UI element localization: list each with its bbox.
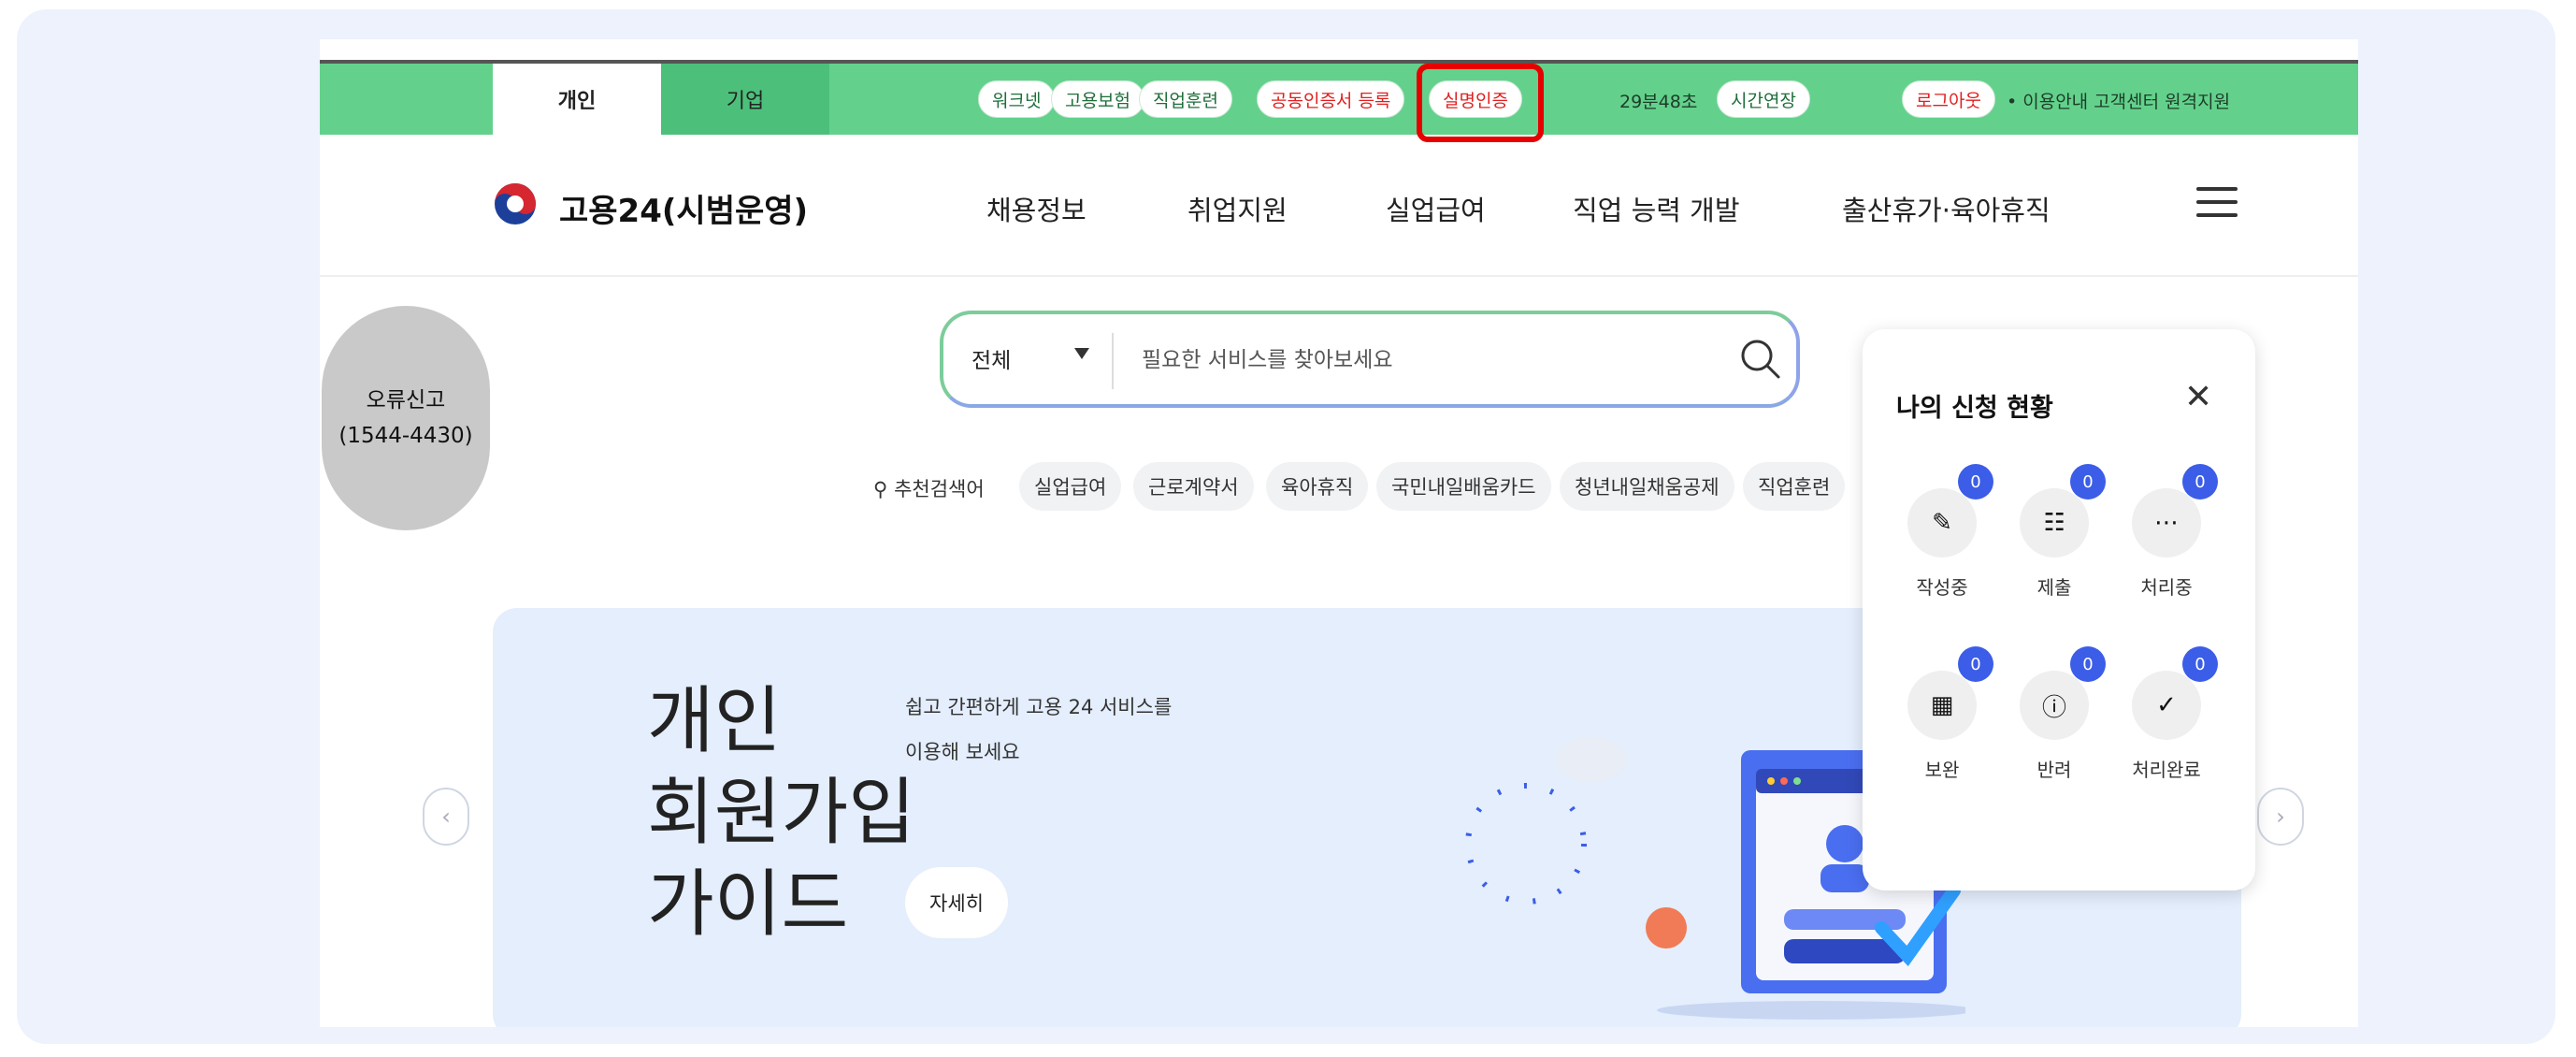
exclamation-circle-icon: ⓘ <box>2041 693 2066 722</box>
panel-title: 나의 신청 현황 <box>1896 394 2053 423</box>
session-timer: 29분48초 <box>1619 92 1698 112</box>
status-label: 처리중 <box>2140 576 2193 599</box>
status-label: 처리완료 <box>2132 759 2201 781</box>
count-badge: 0 <box>2182 464 2218 500</box>
caret-down-icon[interactable] <box>1074 348 1089 359</box>
count-badge: 0 <box>2070 464 2106 500</box>
cert-register-link[interactable]: 공동인증서 등록 <box>1257 80 1405 118</box>
error-report-button[interactable]: 오류신고 (1544-4430) <box>322 306 490 530</box>
chip-keyword[interactable]: 육아휴직 <box>1266 462 1369 511</box>
error-report-label: 오류신고 <box>366 388 446 413</box>
status-label: 작성중 <box>1916 576 1968 599</box>
banner-subtitle: 쉽고 간편하게 고용 24 서비스를 이용해 보세요 <box>905 696 1173 763</box>
search-icon[interactable] <box>1736 335 1785 384</box>
search-box: 전체 <box>940 311 1800 408</box>
top-utility-bar: 개인 기업 워크넷 고용보험 직업훈련 공동인증서 등록 실명인증 29분48초… <box>320 60 2358 142</box>
extend-time-button[interactable]: 시간연장 <box>1717 80 1810 118</box>
taeguk-logo-icon <box>495 183 536 224</box>
status-rejected[interactable]: ⓘ 0 반려 <box>2003 646 2106 782</box>
application-status-panel: 나의 신청 현황 ✕ ✎ 0 작성중 ☷ 0 제출 ⋯ 0 처리중 ▦ 0 보완… <box>1863 329 2255 890</box>
next-slide-button[interactable]: › <box>2257 788 2304 846</box>
check-circle-icon: ✓ <box>2156 691 2177 719</box>
prev-slide-button[interactable]: ‹ <box>423 788 469 846</box>
nav-item-jobs[interactable]: 채용정보 <box>986 189 1087 228</box>
nav-item-skill-development[interactable]: 직업 능력 개발 <box>1573 189 1740 228</box>
checklist-icon: ☷ <box>2043 509 2065 537</box>
status-label: 보완 <box>1924 759 1960 781</box>
tab-personal[interactable]: 개인 <box>493 64 661 135</box>
search-category-select[interactable]: 전체 <box>971 342 1011 374</box>
chip-keyword[interactable]: 청년내일채움공제 <box>1560 462 1734 511</box>
search-small-icon: ⚲ <box>873 478 895 500</box>
pencil-icon: ✎ <box>1932 509 1952 537</box>
count-badge: 0 <box>2070 646 2106 682</box>
status-in-progress[interactable]: ✎ 0 작성중 <box>1891 464 1993 600</box>
detail-button[interactable]: 자세히 <box>905 867 1008 938</box>
nav-divider <box>320 275 2358 277</box>
status-label: 제출 <box>2036 576 2072 599</box>
banner-title: 개인 회원가입 가이드 <box>647 679 916 947</box>
chip-keyword[interactable]: 국민내일배움카드 <box>1376 462 1551 511</box>
status-submitted[interactable]: ☷ 0 제출 <box>2003 464 2106 600</box>
count-badge: 0 <box>1958 646 1993 682</box>
recommended-keywords-label: ⚲ 추천검색어 <box>873 478 985 500</box>
employment-insurance-link[interactable]: 고용보험 <box>1051 80 1144 118</box>
chip-keyword[interactable]: 직업훈련 <box>1743 462 1846 511</box>
utility-links[interactable]: • 이용안내 고객센터 원격지원 <box>2007 88 2230 113</box>
browser-viewport: 개인 기업 워크넷 고용보험 직업훈련 공동인증서 등록 실명인증 29분48초… <box>320 39 2358 1027</box>
status-label: 반려 <box>2036 759 2072 781</box>
status-supplement[interactable]: ▦ 0 보완 <box>1891 646 1993 782</box>
logout-button[interactable]: 로그아웃 <box>1902 80 1995 118</box>
worknet-link[interactable]: 워크넷 <box>978 80 1056 118</box>
nav-item-unemployment-benefit[interactable]: 실업급여 <box>1386 189 1486 228</box>
count-badge: 0 <box>1958 464 1993 500</box>
count-badge: 0 <box>2182 646 2218 682</box>
ellipsis-circle-icon: ⋯ <box>2154 509 2179 537</box>
status-processing[interactable]: ⋯ 0 처리중 <box>2115 464 2218 600</box>
nav-item-employment-support[interactable]: 취업지원 <box>1187 189 1288 228</box>
close-icon[interactable]: ✕ <box>2184 378 2212 416</box>
error-report-phone: (1544-4430) <box>338 424 473 448</box>
menu-icon[interactable] <box>2196 187 2238 221</box>
status-completed[interactable]: ✓ 0 처리완료 <box>2115 646 2218 782</box>
tab-business[interactable]: 기업 <box>661 64 829 135</box>
highlight-box <box>1417 64 1544 142</box>
site-brand[interactable]: 고용24(시범운영) <box>559 185 808 231</box>
grid-icon: ▦ <box>1930 691 1954 719</box>
vocational-training-link[interactable]: 직업훈련 <box>1139 80 1232 118</box>
chip-keyword[interactable]: 근로계약서 <box>1133 462 1254 511</box>
search-divider <box>1112 333 1114 389</box>
search-input[interactable] <box>1142 337 1703 384</box>
nav-item-parental-leave[interactable]: 출산휴가·육아휴직 <box>1842 189 2051 228</box>
chip-keyword[interactable]: 실업급여 <box>1019 462 1122 511</box>
